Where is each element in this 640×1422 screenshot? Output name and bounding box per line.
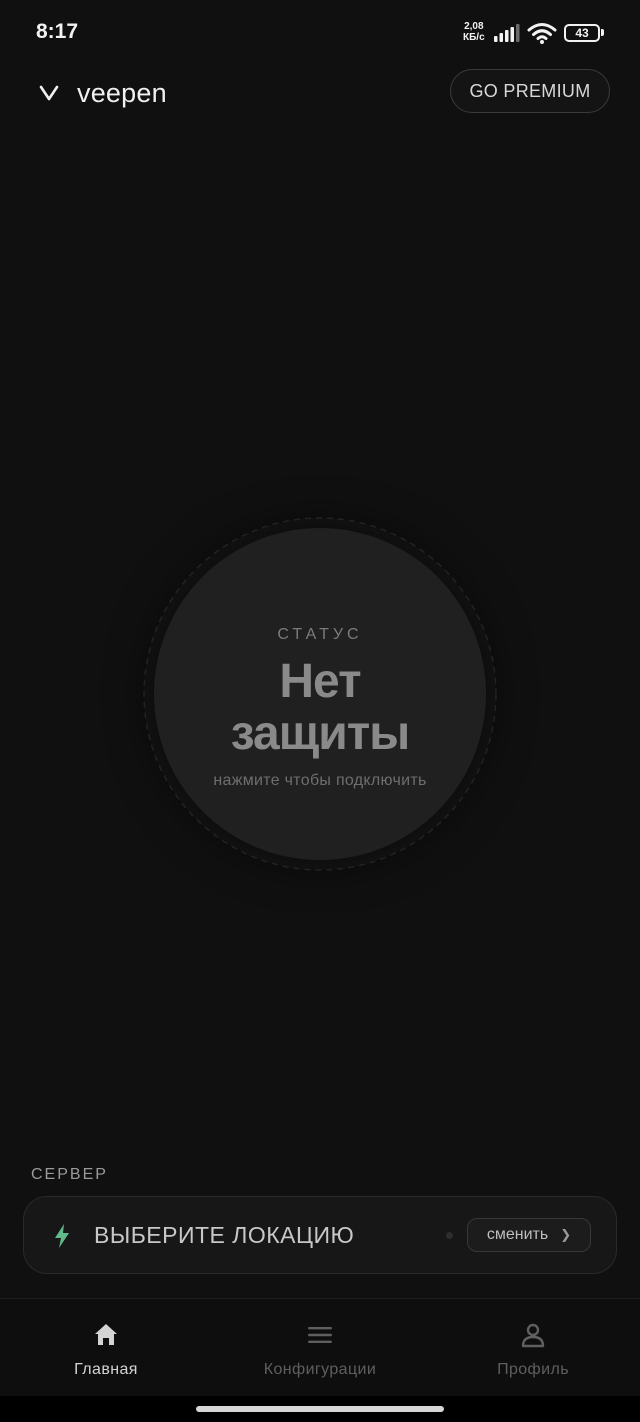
- chevron-right-icon: ❯: [560, 1227, 572, 1242]
- battery-level: 43: [564, 24, 600, 42]
- brand-header[interactable]: veepen: [38, 76, 167, 110]
- server-section-label: СЕРВЕР: [31, 1166, 108, 1183]
- gesture-bar: [0, 1396, 640, 1422]
- status-value-line2: защиты: [230, 707, 410, 760]
- bottom-nav: Главная Конфигурации Профиль: [0, 1298, 640, 1397]
- status-bar: 8:17 2,08 КБ/с 43: [0, 0, 640, 64]
- network-speed-value: 2,08: [464, 21, 484, 32]
- nav-item-profile-label: Профиль: [497, 1361, 569, 1378]
- brand-name: veepen: [77, 77, 167, 108]
- connect-hint: нажмите чтобы подключить: [213, 772, 427, 789]
- network-speed: 2,08 КБ/с: [463, 21, 485, 43]
- user-icon: [521, 1323, 545, 1348]
- status-time: 8:17: [36, 20, 79, 43]
- home-icon: [95, 1324, 117, 1345]
- nav-item-home-label: Главная: [74, 1361, 138, 1378]
- signal-icon: [494, 24, 520, 42]
- change-server-button[interactable]: сменить ❯: [467, 1218, 591, 1252]
- go-premium-button[interactable]: GO PREMIUM: [450, 69, 610, 113]
- status-value: Нет защиты: [230, 655, 410, 760]
- connect-zone: СТАТУС Нет защиты нажмите чтобы подключи…: [140, 514, 500, 874]
- status-label: СТАТУС: [277, 626, 363, 643]
- server-status-dot: [446, 1232, 453, 1239]
- lightning-icon: [55, 1224, 69, 1248]
- chevron-down-icon: [39, 85, 59, 101]
- server-location-title: ВЫБЕРИТЕ ЛОКАЦИЮ: [94, 1222, 355, 1248]
- change-server-label: сменить: [486, 1226, 549, 1243]
- server-select-card[interactable]: ВЫБЕРИТЕ ЛОКАЦИЮ сменить ❯: [23, 1196, 617, 1274]
- status-value-line1: Нет: [279, 655, 361, 708]
- nav-item-configurations[interactable]: Конфигурации: [230, 1299, 410, 1397]
- menu-icon: [308, 1327, 332, 1343]
- wifi-icon: [527, 23, 557, 44]
- nav-item-profile[interactable]: Профиль: [443, 1299, 623, 1397]
- network-speed-unit: КБ/с: [463, 32, 485, 43]
- home-indicator[interactable]: [196, 1406, 444, 1412]
- battery-indicator: 43: [564, 24, 604, 42]
- battery-tip: [601, 29, 604, 36]
- nav-item-configurations-label: Конфигурации: [263, 1361, 377, 1378]
- nav-item-home[interactable]: Главная: [16, 1299, 196, 1397]
- connect-button[interactable]: СТАТУС Нет защиты нажмите чтобы подключи…: [154, 528, 486, 860]
